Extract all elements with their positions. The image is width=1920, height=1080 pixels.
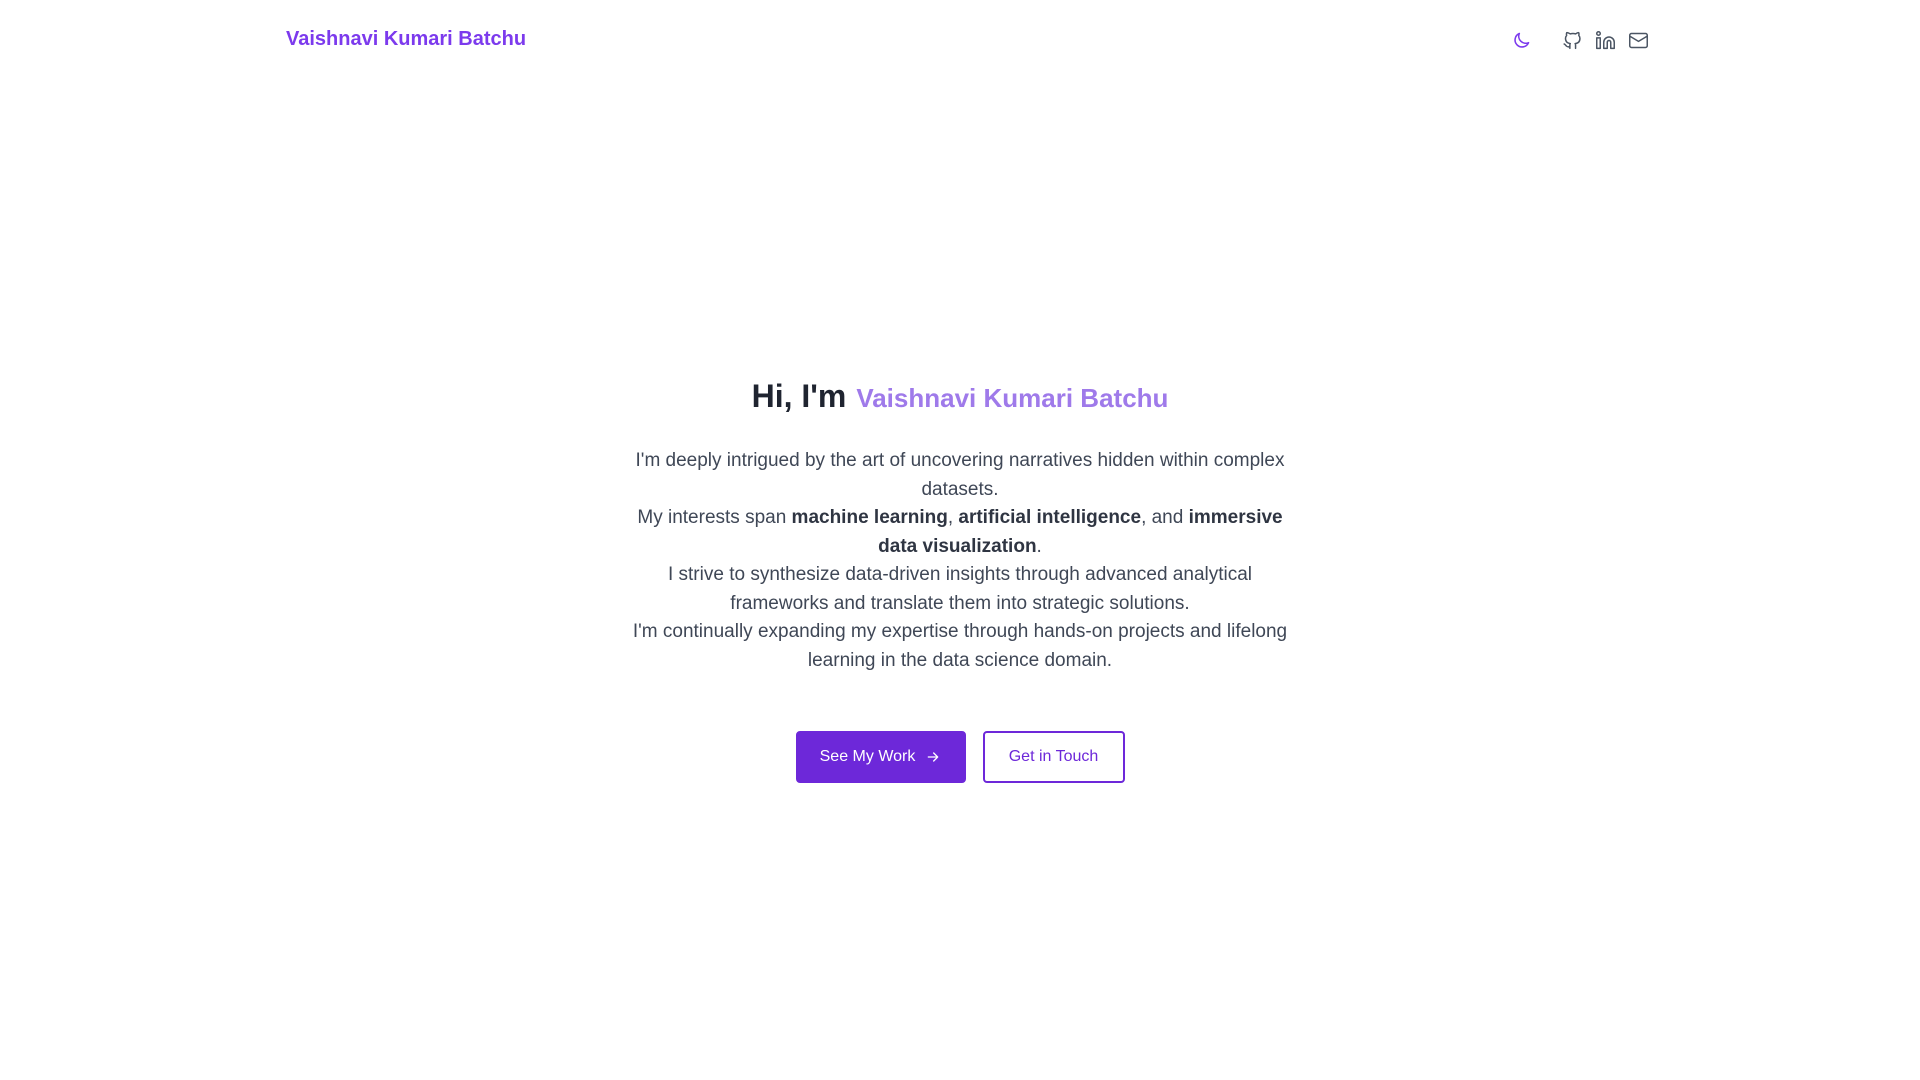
hero-greeting: Hi, I'm bbox=[751, 378, 847, 414]
linkedin-link[interactable] bbox=[1593, 28, 1617, 52]
hero-heading: Hi, I'm Vaishnavi Kumari Batchu bbox=[752, 378, 1169, 415]
hero-section: Hi, I'm Vaishnavi Kumari Batchu I'm deep… bbox=[0, 378, 1920, 783]
hero-line-4: I'm continually expanding my expertise t… bbox=[632, 621, 1288, 671]
site-header: Vaishnavi Kumari Batchu bbox=[0, 0, 1920, 80]
github-icon bbox=[1562, 31, 1581, 49]
cta-buttons: See My Work Get in Touch bbox=[795, 731, 1125, 783]
linkedin-icon bbox=[1595, 30, 1615, 49]
mail-icon bbox=[1628, 32, 1648, 48]
hero-name: Vaishnavi Kumari Batchu bbox=[856, 383, 1169, 413]
hero-line-2: My interests span machine learning, arti… bbox=[620, 504, 1300, 561]
hero-line-2-sep2: , and bbox=[1141, 507, 1189, 528]
header-icons bbox=[1509, 28, 1650, 52]
arrow-right-icon bbox=[928, 752, 939, 762]
hero-line-2-sep1: , bbox=[947, 507, 959, 528]
brand-logo-link[interactable]: Vaishnavi Kumari Batchu bbox=[286, 28, 526, 51]
get-in-touch-button[interactable]: Get in Touch bbox=[982, 731, 1125, 783]
interest-artificial-intelligence: artificial intelligence bbox=[958, 507, 1142, 528]
interest-machine-learning: machine learning bbox=[791, 507, 948, 528]
moon-icon bbox=[1513, 32, 1529, 48]
theme-toggle-button[interactable] bbox=[1509, 28, 1533, 52]
see-my-work-button[interactable]: See My Work bbox=[795, 731, 966, 783]
hero-line-1: I'm deeply intrigued by the art of uncov… bbox=[635, 450, 1285, 500]
hero-line-3: I strive to synthesize data-driven insig… bbox=[667, 564, 1253, 614]
hero-line-2-end: . bbox=[1036, 535, 1042, 557]
github-link[interactable] bbox=[1560, 28, 1584, 52]
hero-description: I'm deeply intrigued by the art of uncov… bbox=[620, 447, 1300, 675]
hero-line-2-prefix: My interests span bbox=[637, 507, 792, 528]
see-my-work-label: See My Work bbox=[819, 748, 916, 765]
email-link[interactable] bbox=[1626, 28, 1650, 52]
get-in-touch-label: Get in Touch bbox=[1008, 748, 1099, 765]
